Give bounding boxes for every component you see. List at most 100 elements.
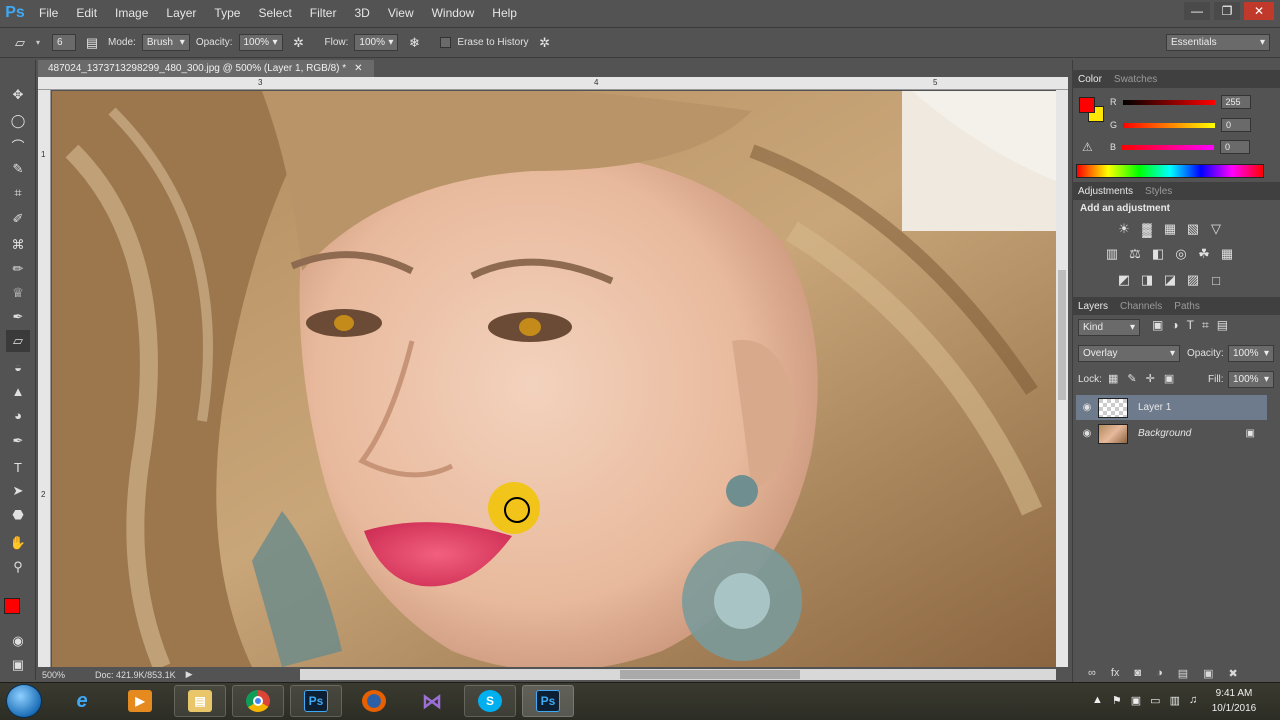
taskbar-photoshop-active[interactable]: Ps [522,685,574,717]
menu-view[interactable]: View [379,0,423,26]
shape-filter-icon[interactable]: ⌗ [1202,318,1209,333]
path-selection-tool-icon[interactable]: ➤ [6,480,30,502]
zoom-level[interactable]: 500% [42,670,65,680]
tab-channels[interactable]: Channels [1120,301,1162,312]
pressure-opacity-icon[interactable]: ✲ [289,33,309,53]
airbrush-icon[interactable]: ❄ [404,33,424,53]
opacity-field[interactable]: 100% ▾ [238,34,283,51]
start-button[interactable] [6,684,42,718]
hue-saturation-icon[interactable]: ▥ [1104,246,1120,261]
network-icon[interactable]: ▥ [1170,694,1180,707]
red-value[interactable]: 255 [1220,95,1251,109]
brush-tool-icon[interactable]: ✏ [6,258,30,280]
taskbar-visual-studio[interactable]: ⋈ [406,685,458,717]
status-menu-arrow-icon[interactable]: ▶ [186,669,193,680]
mode-select[interactable]: Brush ▾ [141,34,190,51]
menu-help[interactable]: Help [483,0,526,26]
erase-history-checkbox[interactable] [440,37,452,48]
taskbar-photoshop[interactable]: Ps [290,685,342,717]
blur-tool-icon[interactable]: ▲ [6,380,30,402]
display-icon[interactable]: ▭ [1150,694,1160,707]
lock-all-icon[interactable]: ▣ [1164,372,1174,385]
channel-mixer-icon[interactable]: ☘ [1196,246,1212,261]
vertical-scroll-thumb[interactable] [1058,270,1066,400]
type-tool-icon[interactable]: T [6,456,30,478]
selective-color-icon[interactable]: □ [1208,273,1224,288]
brightness-icon[interactable]: ☀ [1116,221,1132,236]
menu-filter[interactable]: Filter [301,0,346,26]
menu-file[interactable]: File [30,0,67,26]
green-value[interactable]: 0 [1221,118,1252,132]
red-slider[interactable]: R 255 [1110,95,1270,109]
new-adjustment-icon[interactable]: ◑ [1156,667,1163,680]
history-brush-tool-icon[interactable]: ✒ [6,306,30,328]
curves-icon[interactable]: ▦ [1162,221,1178,236]
color-lookup-icon[interactable]: ▦ [1219,246,1235,261]
zoom-tool-icon[interactable]: ⚲ [6,556,30,578]
blue-value[interactable]: 0 [1220,140,1251,154]
crop-tool-icon[interactable]: ⌗ [6,182,30,204]
image-filter-icon[interactable]: ▣ [1152,318,1163,333]
layer-style-icon[interactable]: fx [1111,667,1120,680]
eyedropper-tool-icon[interactable]: ✐ [6,208,30,230]
lock-pixels-icon[interactable]: ✎ [1127,372,1136,385]
pressure-size-icon[interactable]: ✲ [535,33,555,53]
new-group-icon[interactable]: ▤ [1178,667,1188,680]
color-panel-foreground-swatch[interactable] [1079,97,1095,113]
color-spectrum[interactable] [1076,164,1264,178]
horizontal-scroll-thumb[interactable] [620,670,800,679]
menu-type[interactable]: Type [205,0,249,26]
levels-icon[interactable]: ▓ [1139,222,1155,237]
taskbar-file-explorer[interactable]: ▤ [174,685,226,717]
tab-color[interactable]: Color [1078,74,1102,85]
tool-preset-arrow[interactable]: ▾ [36,38,40,47]
visibility-eye-icon[interactable]: ◉ [1076,402,1098,413]
eraser-tool-icon[interactable]: ▱ [6,330,30,352]
close-tab-icon[interactable]: ✕ [354,63,362,74]
tab-adjustments[interactable]: Adjustments [1078,186,1133,197]
document-tab[interactable]: 487024_1373713298299_480_300.jpg @ 500% … [38,60,374,77]
tab-layers[interactable]: Layers [1078,301,1108,312]
foreground-color-swatch[interactable] [4,598,20,614]
system-clock[interactable]: 9:41 AM 10/1/2016 [1206,686,1262,716]
healing-brush-tool-icon[interactable]: ⌘ [6,234,30,256]
menu-image[interactable]: Image [106,0,157,26]
delete-layer-icon[interactable]: ✖ [1229,667,1238,680]
invert-icon[interactable]: ◩ [1116,272,1132,287]
minimize-icon[interactable]: — [1184,2,1210,20]
volume-icon[interactable]: ♫ [1189,694,1197,707]
flag-icon[interactable]: ⚑ [1112,694,1122,707]
layer-row-layer-1[interactable]: ◉ Layer 1 [1076,395,1267,420]
move-tool-icon[interactable]: ✥ [6,84,30,106]
threshold-icon[interactable]: ◪ [1162,272,1178,287]
workspace-select[interactable]: Essentials ▾ [1166,34,1270,51]
menu-window[interactable]: Window [423,0,484,26]
layer-name[interactable]: Background [1138,428,1191,439]
document-canvas[interactable] [52,91,1056,667]
menu-select[interactable]: Select [249,0,300,26]
taskbar-firefox[interactable] [348,685,400,717]
clone-stamp-tool-icon[interactable]: ♕ [6,282,30,304]
black-white-icon[interactable]: ◧ [1150,246,1166,261]
layer-opacity-field[interactable]: 100% ▾ [1228,345,1274,362]
layer-kind-filter[interactable]: Kind ▾ [1078,319,1140,336]
layer-row-background[interactable]: ◉ Background ▣ [1076,421,1267,446]
menu-edit[interactable]: Edit [67,0,106,26]
type-filter-icon[interactable]: T [1187,318,1194,333]
tab-paths[interactable]: Paths [1174,301,1200,312]
hand-tool-icon[interactable]: ✋ [6,532,30,554]
tab-styles[interactable]: Styles [1145,186,1172,197]
lasso-tool-icon[interactable]: ⌒ [6,134,30,156]
quick-mask-icon[interactable]: ◉ [6,630,30,652]
gradient-map-icon[interactable]: ▨ [1185,272,1201,287]
dodge-tool-icon[interactable]: ◕ [6,404,30,426]
taskbar-chrome[interactable] [232,685,284,717]
pen-tool-icon[interactable]: ✒ [6,430,30,452]
green-slider[interactable]: G 0 [1110,118,1270,132]
taskbar-internet-explorer[interactable]: e [56,685,108,717]
tab-swatches[interactable]: Swatches [1114,74,1157,85]
adjustment-filter-icon[interactable]: ◑ [1171,318,1178,333]
eraser-icon[interactable]: ▱ [10,33,30,53]
photo-filter-icon[interactable]: ◎ [1173,246,1189,261]
taskbar-media-player[interactable]: ▶ [114,685,166,717]
